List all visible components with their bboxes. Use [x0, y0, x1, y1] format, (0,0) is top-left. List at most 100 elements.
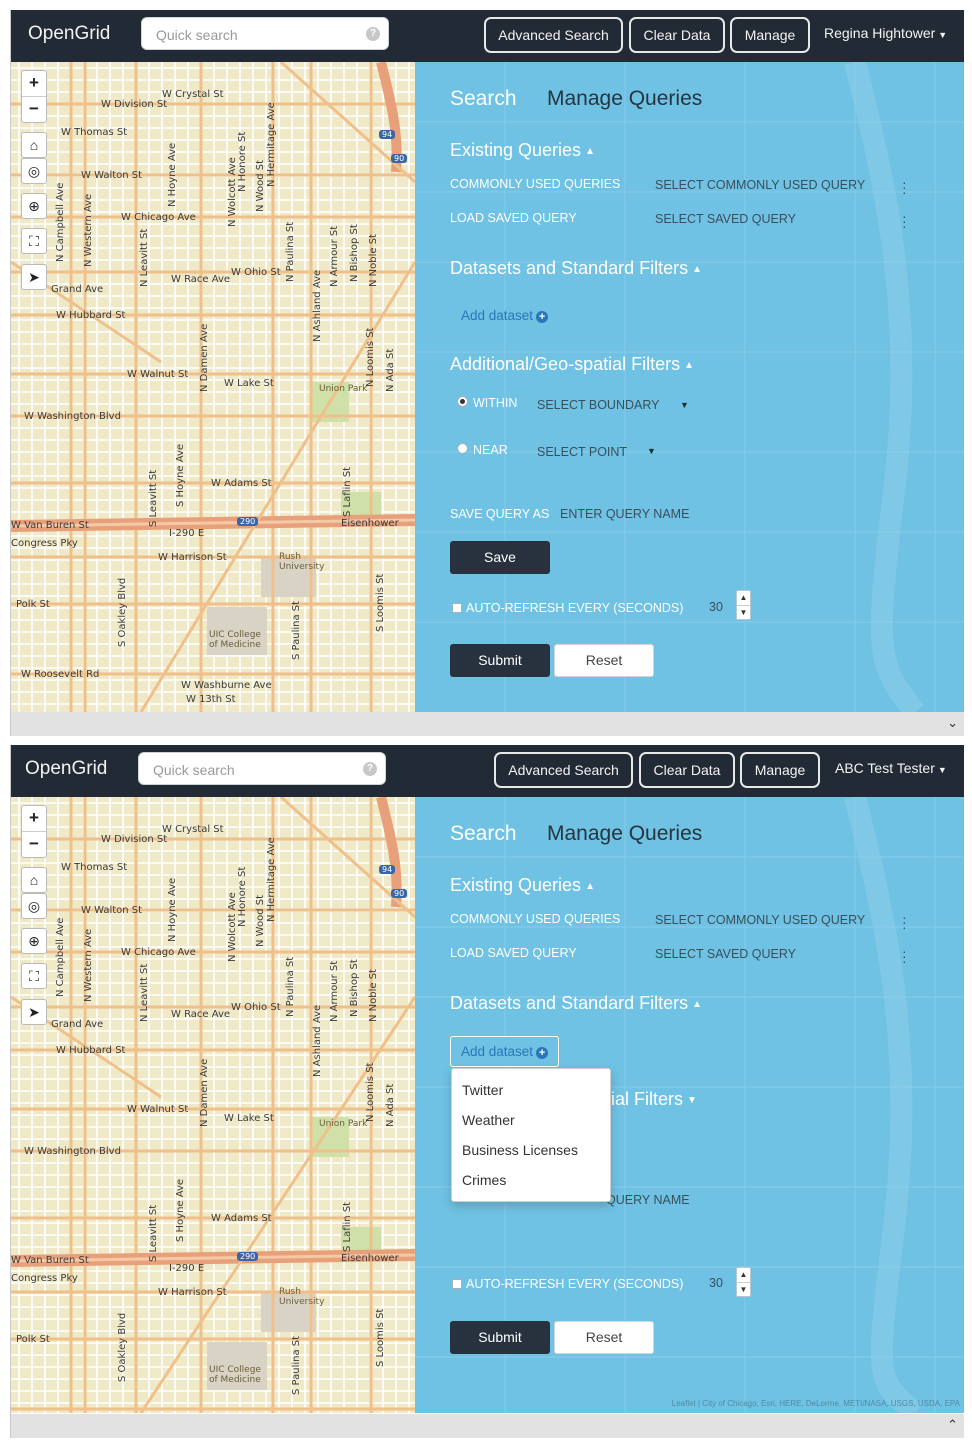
- tab-search[interactable]: Search: [450, 87, 517, 111]
- brand-logo[interactable]: OpenGrid: [25, 758, 107, 780]
- zoom-out-button[interactable]: −: [22, 96, 46, 122]
- map-street-label: S Oakley Blvd: [117, 577, 128, 647]
- chevron-down-icon[interactable]: ⌄: [947, 715, 958, 731]
- map-street-label: N Loomis St: [365, 1062, 376, 1122]
- existing-queries-header[interactable]: Existing Queries ▲: [450, 875, 595, 896]
- geo-filters-header[interactable]: tial Filters ▼: [606, 1089, 697, 1110]
- bottom-toggle-bar[interactable]: ⌃: [11, 1414, 964, 1438]
- chevron-up-icon[interactable]: ⌃: [947, 1417, 958, 1433]
- submit-button[interactable]: Submit: [450, 1321, 550, 1354]
- tab-manage-queries[interactable]: Manage Queries: [547, 822, 702, 846]
- fullscreen-icon[interactable]: ⛶: [21, 228, 47, 254]
- tab-search[interactable]: Search: [450, 822, 517, 846]
- reset-button[interactable]: Reset: [554, 1321, 654, 1354]
- commonly-used-select[interactable]: SELECT COMMONLY USED QUERY: [655, 913, 865, 927]
- kebab-menu-icon[interactable]: · · ·: [902, 209, 907, 233]
- auto-refresh-checkbox[interactable]: [452, 603, 462, 613]
- datasets-header[interactable]: Datasets and Standard Filters ▲: [450, 993, 702, 1014]
- bottom-toggle-bar[interactable]: ⌄: [11, 712, 964, 736]
- zoom-box-icon[interactable]: ⊕: [21, 193, 47, 219]
- map-street-label: S Paulina St: [291, 600, 302, 660]
- add-dataset-button[interactable]: Add dataset +: [461, 308, 549, 323]
- map-street-label: W Harrison St: [158, 1287, 227, 1298]
- clear-data-button[interactable]: Clear Data: [639, 752, 735, 788]
- map-street-label: W Van Buren St: [11, 1255, 89, 1266]
- reset-button[interactable]: Reset: [554, 644, 654, 677]
- manage-button[interactable]: Manage: [740, 752, 820, 788]
- quick-search-input[interactable]: [151, 759, 355, 781]
- saved-query-select[interactable]: SELECT SAVED QUERY: [655, 947, 796, 961]
- add-dataset-button[interactable]: Add dataset +: [450, 1036, 560, 1067]
- dataset-option-weather[interactable]: Weather: [452, 1105, 610, 1135]
- stepper-down-icon[interactable]: ▼: [737, 1282, 750, 1297]
- help-icon[interactable]: ?: [366, 27, 380, 41]
- commonly-used-select[interactable]: SELECT COMMONLY USED QUERY: [655, 178, 865, 192]
- locate-icon[interactable]: ◎: [21, 893, 47, 919]
- advanced-search-button[interactable]: Advanced Search: [494, 752, 633, 788]
- map-street-label: N Bishop St: [349, 959, 360, 1017]
- clear-data-button[interactable]: Clear Data: [629, 17, 725, 53]
- auto-refresh-checkbox[interactable]: [452, 1279, 462, 1289]
- refresh-stepper[interactable]: ▲ ▼: [736, 590, 751, 620]
- geo-filters-header[interactable]: Additional/Geo-spatial Filters ▲: [450, 354, 694, 375]
- boundary-select[interactable]: SELECT BOUNDARY: [537, 398, 660, 412]
- quick-search-box[interactable]: ?: [141, 17, 389, 50]
- tab-manage-queries[interactable]: Manage Queries: [547, 87, 702, 111]
- quick-search-input[interactable]: [154, 24, 358, 46]
- dataset-option-crimes[interactable]: Crimes: [452, 1165, 610, 1195]
- fullscreen-icon[interactable]: ⛶: [21, 963, 47, 989]
- home-icon[interactable]: ⌂: [21, 867, 47, 893]
- map-street-label: S Hoyne Ave: [175, 443, 186, 507]
- refresh-seconds-value[interactable]: 30: [709, 600, 723, 614]
- advanced-search-button[interactable]: Advanced Search: [484, 17, 623, 53]
- datasets-header[interactable]: Datasets and Standard Filters ▲: [450, 258, 702, 279]
- map-street-label: N Western Ave: [83, 928, 94, 1002]
- within-radio[interactable]: [457, 396, 468, 407]
- brand-logo[interactable]: OpenGrid: [28, 23, 110, 45]
- dropdown-arrow-icon: ▼: [647, 446, 656, 456]
- navigate-icon[interactable]: ➤: [21, 264, 47, 290]
- kebab-menu-icon[interactable]: · · ·: [902, 910, 907, 934]
- dataset-option-business-licenses[interactable]: Business Licenses: [452, 1135, 610, 1165]
- stepper-down-icon[interactable]: ▼: [737, 605, 750, 620]
- map-view[interactable]: W Crystal St W Division St W Thomas St W Wa…: [11, 62, 415, 712]
- map-street-label: N Hermitage Ave: [266, 102, 277, 187]
- zoom-box-icon[interactable]: ⊕: [21, 928, 47, 954]
- map-street-label: S Laflin St: [342, 1201, 353, 1252]
- zoom-in-button[interactable]: +: [22, 806, 46, 831]
- map-street-label: N Hoyne Ave: [167, 142, 178, 207]
- manage-button[interactable]: Manage: [730, 17, 810, 53]
- quick-search-box[interactable]: ?: [138, 752, 386, 785]
- stepper-up-icon[interactable]: ▲: [737, 1268, 750, 1282]
- map-street-label: S Leavitt St: [148, 469, 159, 527]
- save-button[interactable]: Save: [450, 541, 550, 574]
- help-icon[interactable]: ?: [363, 762, 377, 776]
- map-street-label: W Crystal St: [162, 824, 224, 835]
- map-view[interactable]: W Crystal St W Division St W Thomas St W Wa…: [11, 797, 415, 1413]
- user-menu[interactable]: Regina Hightower ▼: [824, 25, 947, 41]
- navigate-icon[interactable]: ➤: [21, 999, 47, 1025]
- kebab-menu-icon[interactable]: · · ·: [902, 944, 907, 968]
- dataset-option-twitter[interactable]: Twitter: [452, 1075, 610, 1105]
- zoom-in-button[interactable]: +: [22, 71, 46, 96]
- saved-query-select[interactable]: SELECT SAVED QUERY: [655, 212, 796, 226]
- point-select[interactable]: SELECT POINT: [537, 445, 627, 459]
- locate-icon[interactable]: ◎: [21, 158, 47, 184]
- app-window-1: OpenGrid ? Advanced Search Clear Data Ma…: [10, 10, 964, 736]
- refresh-stepper[interactable]: ▲ ▼: [736, 1267, 751, 1297]
- user-menu[interactable]: ABC Test Tester ▼: [835, 760, 947, 776]
- refresh-seconds-value[interactable]: 30: [709, 1276, 723, 1290]
- query-name-input[interactable]: QUERY NAME: [606, 1193, 690, 1207]
- query-name-input[interactable]: ENTER QUERY NAME: [560, 507, 689, 521]
- near-radio[interactable]: [457, 443, 468, 454]
- submit-button[interactable]: Submit: [450, 644, 550, 677]
- chevron-up-icon: ▲: [585, 881, 595, 892]
- map-roads: [11, 797, 415, 1413]
- stepper-up-icon[interactable]: ▲: [737, 591, 750, 605]
- kebab-menu-icon[interactable]: · · ·: [902, 175, 907, 199]
- existing-queries-header[interactable]: Existing Queries ▲: [450, 140, 595, 161]
- zoom-out-button[interactable]: −: [22, 831, 46, 857]
- map-attribution[interactable]: Leaflet | City of Chicago, Esri, HERE, D…: [672, 1399, 960, 1408]
- home-icon[interactable]: ⌂: [21, 132, 47, 158]
- chevron-down-icon: ▼: [687, 1095, 697, 1106]
